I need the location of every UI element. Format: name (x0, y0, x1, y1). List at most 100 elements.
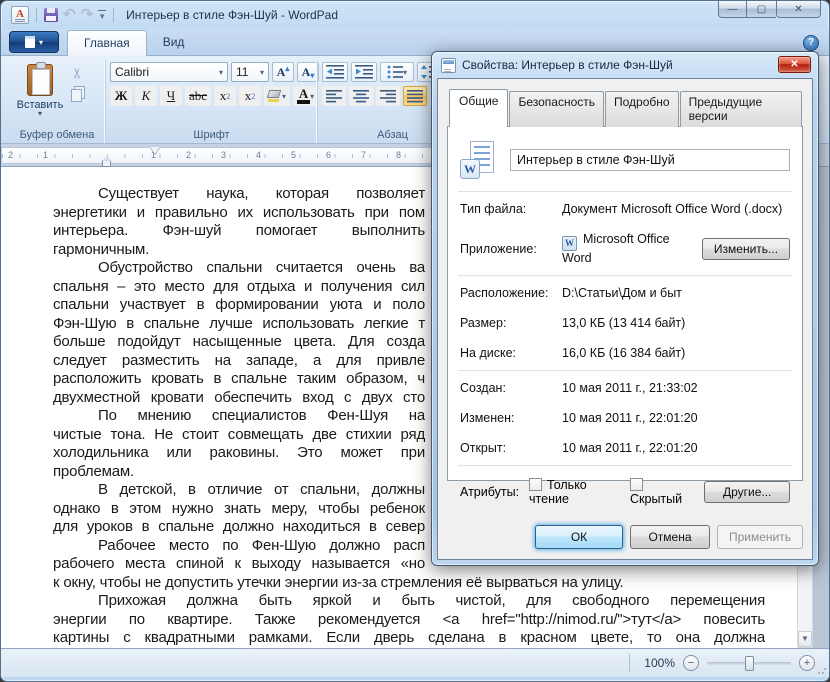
created-label: Создан: (460, 381, 506, 395)
align-left-button[interactable] (322, 86, 346, 106)
change-button[interactable]: Изменить... (702, 237, 790, 260)
modified-value: 10 мая 2011 г., 22:01:20 (562, 411, 698, 425)
size-label: Размер: (460, 316, 507, 330)
cancel-button[interactable]: Отмена (630, 525, 710, 549)
first-line-indent-marker[interactable] (150, 147, 160, 159)
tab-security[interactable]: Безопасность (509, 91, 605, 127)
font-group-label: Шрифт (193, 129, 230, 141)
modified-label: Изменен: (460, 411, 515, 425)
document-line: энергетики и правильно их использовать п… (53, 203, 425, 221)
document-line: В детской, в отличие от спальни, должны (98, 481, 425, 498)
hidden-checkbox[interactable] (630, 478, 643, 491)
left-indent-marker[interactable] (102, 156, 112, 167)
document-line: картины с квадратными рамками. Если двер… (53, 629, 765, 646)
wordpad-app-icon[interactable] (11, 6, 29, 24)
zoom-in-button[interactable]: + (799, 655, 815, 671)
document-line: к окну, чтобы не допустить утечки энерги… (53, 573, 624, 591)
chevron-down-icon: ▾ (259, 67, 264, 77)
align-right-button[interactable] (376, 86, 400, 106)
strikethrough-button[interactable]: abc (185, 86, 212, 106)
cut-icon[interactable]: ✂ (69, 67, 85, 79)
subscript-button[interactable]: x2 (214, 86, 237, 106)
grow-font-button[interactable]: A (272, 62, 294, 82)
opens-with-app: Microsoft Office Word (562, 232, 670, 265)
accessed-value: 10 мая 2011 г., 22:01:20 (562, 441, 698, 455)
subscript-mark: 2 (226, 91, 231, 101)
tab-previous-versions[interactable]: Предыдущие версии (679, 91, 802, 127)
resize-grip[interactable] (817, 665, 827, 675)
font-group: Calibri ▾ 11 ▾ A A Ж К Ч (105, 60, 319, 143)
align-right-icon (380, 89, 396, 102)
size-on-disk-row: На диске: 16,0 КБ (16 384 байт) (460, 338, 790, 368)
tab-home[interactable]: Главная (67, 30, 147, 56)
document-line: Существует наука, которая позволяет (98, 185, 425, 202)
italic-button[interactable]: К (135, 86, 157, 106)
location-value: D:\Статьи\Дом и быт (562, 286, 682, 300)
maximize-button[interactable]: ▢ (747, 1, 776, 18)
ruler-number: 2 (8, 150, 14, 160)
copy-icon[interactable] (71, 89, 82, 102)
scroll-down-icon[interactable]: ▼ (798, 631, 812, 647)
document-line: холодильника или раковины. Это может при (53, 444, 425, 461)
bullet-list-icon (387, 65, 403, 79)
bold-button[interactable]: Ж (110, 86, 132, 106)
help-icon[interactable]: ? (803, 35, 819, 51)
justify-button[interactable] (403, 86, 427, 106)
tab-view[interactable]: Вид (147, 30, 201, 55)
document-line: больше подойдут насыщенные цвета. Для со… (53, 333, 425, 350)
shrink-font-button[interactable]: A (297, 62, 319, 82)
window-title: Интерьер в стиле Фэн-Шуй - WordPad (126, 8, 339, 22)
properties-dialog: Свойства: Интерьер в стиле Фэн-Шуй ✕ Общ… (431, 51, 819, 566)
readonly-checkbox[interactable] (529, 478, 543, 491)
increase-indent-icon (355, 65, 373, 79)
document-line: Обустройство спальни считается очень ва (98, 259, 425, 276)
size-on-disk-label: На диске: (460, 346, 517, 360)
divider (629, 654, 631, 672)
ruler-number: 7 (361, 150, 367, 160)
increase-indent-button[interactable] (351, 62, 377, 82)
hidden-option[interactable]: Скрытый (630, 478, 690, 506)
dialog-body: Общие Безопасность Подробно Предыдущие в… (437, 78, 813, 560)
ruler-number: 6 (326, 150, 332, 160)
close-button[interactable]: ✕ (776, 1, 821, 18)
paste-button[interactable]: Вставить ▾ (13, 62, 67, 127)
font-color-button[interactable]: A ▾ (293, 86, 319, 106)
filename-input[interactable] (510, 149, 790, 171)
redo-icon[interactable]: ↷ (81, 7, 94, 22)
tab-details[interactable]: Подробно (605, 91, 679, 127)
highlight-color-button[interactable]: ▾ (264, 86, 291, 106)
location-row: Расположение: D:\Статьи\Дом и быт (460, 278, 790, 308)
chevron-down-icon: ▾ (38, 37, 43, 47)
readonly-option[interactable]: Только чтение (529, 478, 616, 506)
tab-general[interactable]: Общие (449, 89, 509, 127)
align-center-button[interactable] (349, 86, 373, 106)
font-family-combobox[interactable]: Calibri ▾ (110, 62, 228, 82)
divider (458, 465, 792, 466)
clipboard-group-label: Буфер обмена (19, 129, 95, 141)
document-line: рабочего места спиной к выходу называетс… (53, 555, 425, 572)
list-button[interactable]: ▾ (380, 62, 414, 82)
font-size-combobox[interactable]: 11 ▾ (231, 62, 269, 82)
zoom-slider-thumb[interactable] (745, 655, 754, 671)
document-line: двухместной кровати обеспечить вход с дв… (53, 388, 425, 406)
ruler-number: 3 (221, 150, 227, 160)
apply-button[interactable]: Применить (717, 525, 803, 549)
application-menu-button[interactable]: ▾ (9, 31, 59, 53)
save-icon[interactable] (44, 8, 58, 22)
minimize-button[interactable]: — (718, 1, 747, 18)
zoom-out-button[interactable]: − (683, 655, 699, 671)
advanced-button[interactable]: Другие... (704, 481, 790, 503)
superscript-button[interactable]: x2 (239, 86, 262, 106)
paste-clipboard-icon (27, 62, 53, 96)
quick-access-toolbar: ↶ ↷ ▾ (11, 6, 116, 24)
undo-icon[interactable]: ↶ (63, 7, 76, 22)
zoom-slider[interactable] (707, 655, 791, 671)
general-tab-panel: W Тип файла: Документ Microsoft Office W… (447, 126, 803, 506)
decrease-indent-button[interactable] (322, 62, 348, 82)
dialog-close-button[interactable]: ✕ (778, 56, 811, 73)
underline-button[interactable]: Ч (160, 86, 182, 106)
chevron-down-icon: ▾ (218, 67, 223, 77)
chevron-down-icon: ▾ (310, 91, 315, 101)
customize-qat-dropdown-icon[interactable]: ▾ (98, 10, 107, 21)
ok-button[interactable]: ОК (535, 525, 623, 549)
